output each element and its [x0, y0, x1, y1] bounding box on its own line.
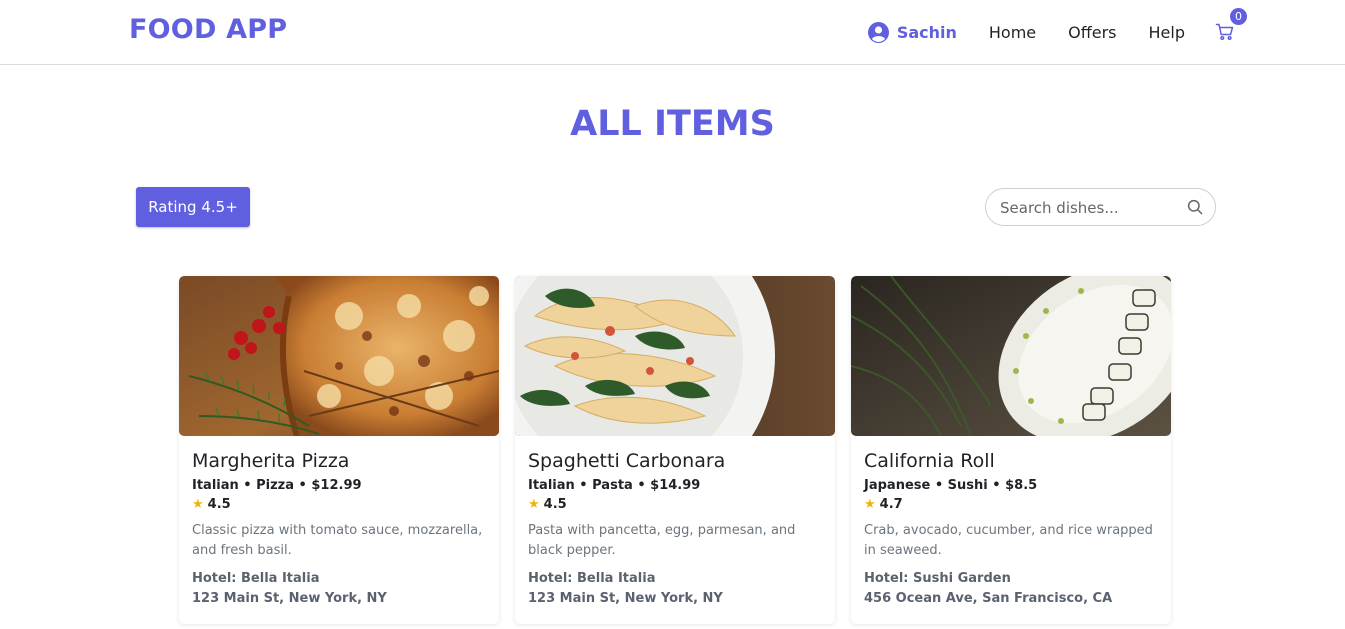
sushi-photo: [851, 276, 1171, 436]
item-name: California Roll: [864, 450, 995, 472]
item-rating: ★ 4.5: [528, 497, 822, 512]
card-body: California Roll Japanese • Sushi • $8.5 …: [851, 450, 1171, 609]
item-address: 123 Main St, New York, NY: [192, 591, 387, 606]
item-description: Pasta with pancetta, egg, parmesan, and …: [528, 523, 796, 558]
navbar: FOOD APP Sachin Home Offers Help 0: [0, 0, 1345, 65]
cart-count-badge: 0: [1230, 8, 1247, 25]
item-card-list: Margherita Pizza Italian • Pizza • $12.9…: [179, 276, 1171, 624]
item-description: Crab, avocado, cucumber, and rice wrappe…: [864, 523, 1153, 558]
star-icon: ★: [864, 497, 876, 512]
item-card[interactable]: California Roll Japanese • Sushi • $8.5 …: [851, 276, 1171, 624]
pasta-photo: [515, 276, 835, 436]
nav-menu: Sachin Home Offers Help 0: [867, 0, 1247, 64]
item-meta: Italian • Pasta • $14.99: [528, 478, 701, 493]
star-icon: ★: [528, 497, 540, 512]
search-input[interactable]: [998, 189, 1182, 227]
item-address: 456 Ocean Ave, San Francisco, CA: [864, 591, 1113, 606]
rating-value: 4.7: [879, 497, 903, 512]
item-name: Spaghetti Carbonara: [528, 450, 726, 472]
search-icon[interactable]: [1187, 199, 1203, 215]
user-name: Sachin: [896, 22, 957, 42]
star-icon: ★: [192, 497, 204, 512]
item-meta: Italian • Pizza • $12.99: [192, 478, 362, 493]
item-description: Classic pizza with tomato sauce, mozzare…: [192, 523, 483, 558]
nav-link-offers[interactable]: Offers: [1068, 23, 1116, 42]
card-body: Spaghetti Carbonara Italian • Pasta • $1…: [515, 450, 835, 609]
user-profile-link[interactable]: Sachin: [867, 21, 957, 43]
item-address: 123 Main St, New York, NY: [528, 591, 723, 606]
cart-button[interactable]: 0: [1215, 8, 1247, 42]
rating-value: 4.5: [207, 497, 231, 512]
item-rating: ★ 4.7: [864, 497, 1158, 512]
item-rating: ★ 4.5: [192, 497, 486, 512]
rating-value: 4.5: [543, 497, 567, 512]
card-body: Margherita Pizza Italian • Pizza • $12.9…: [179, 450, 499, 609]
page-title: ALL ITEMS: [570, 104, 775, 144]
item-hotel: Hotel: Sushi Garden: [864, 571, 1011, 586]
item-card[interactable]: Margherita Pizza Italian • Pizza • $12.9…: [179, 276, 499, 624]
item-name: Margherita Pizza: [192, 450, 350, 472]
item-card[interactable]: Spaghetti Carbonara Italian • Pasta • $1…: [515, 276, 835, 624]
rating-filter-button[interactable]: Rating 4.5+: [136, 187, 250, 227]
nav-link-help[interactable]: Help: [1149, 23, 1185, 42]
user-circle-icon: [867, 21, 889, 43]
cart-icon: [1215, 23, 1234, 41]
item-meta: Japanese • Sushi • $8.5: [864, 478, 1038, 493]
brand-logo[interactable]: FOOD APP: [129, 14, 287, 45]
item-hotel: Hotel: Bella Italia: [528, 571, 656, 586]
pizza-photo: [179, 276, 499, 436]
item-hotel: Hotel: Bella Italia: [192, 571, 320, 586]
nav-link-home[interactable]: Home: [989, 23, 1036, 42]
search-box: [985, 188, 1216, 227]
